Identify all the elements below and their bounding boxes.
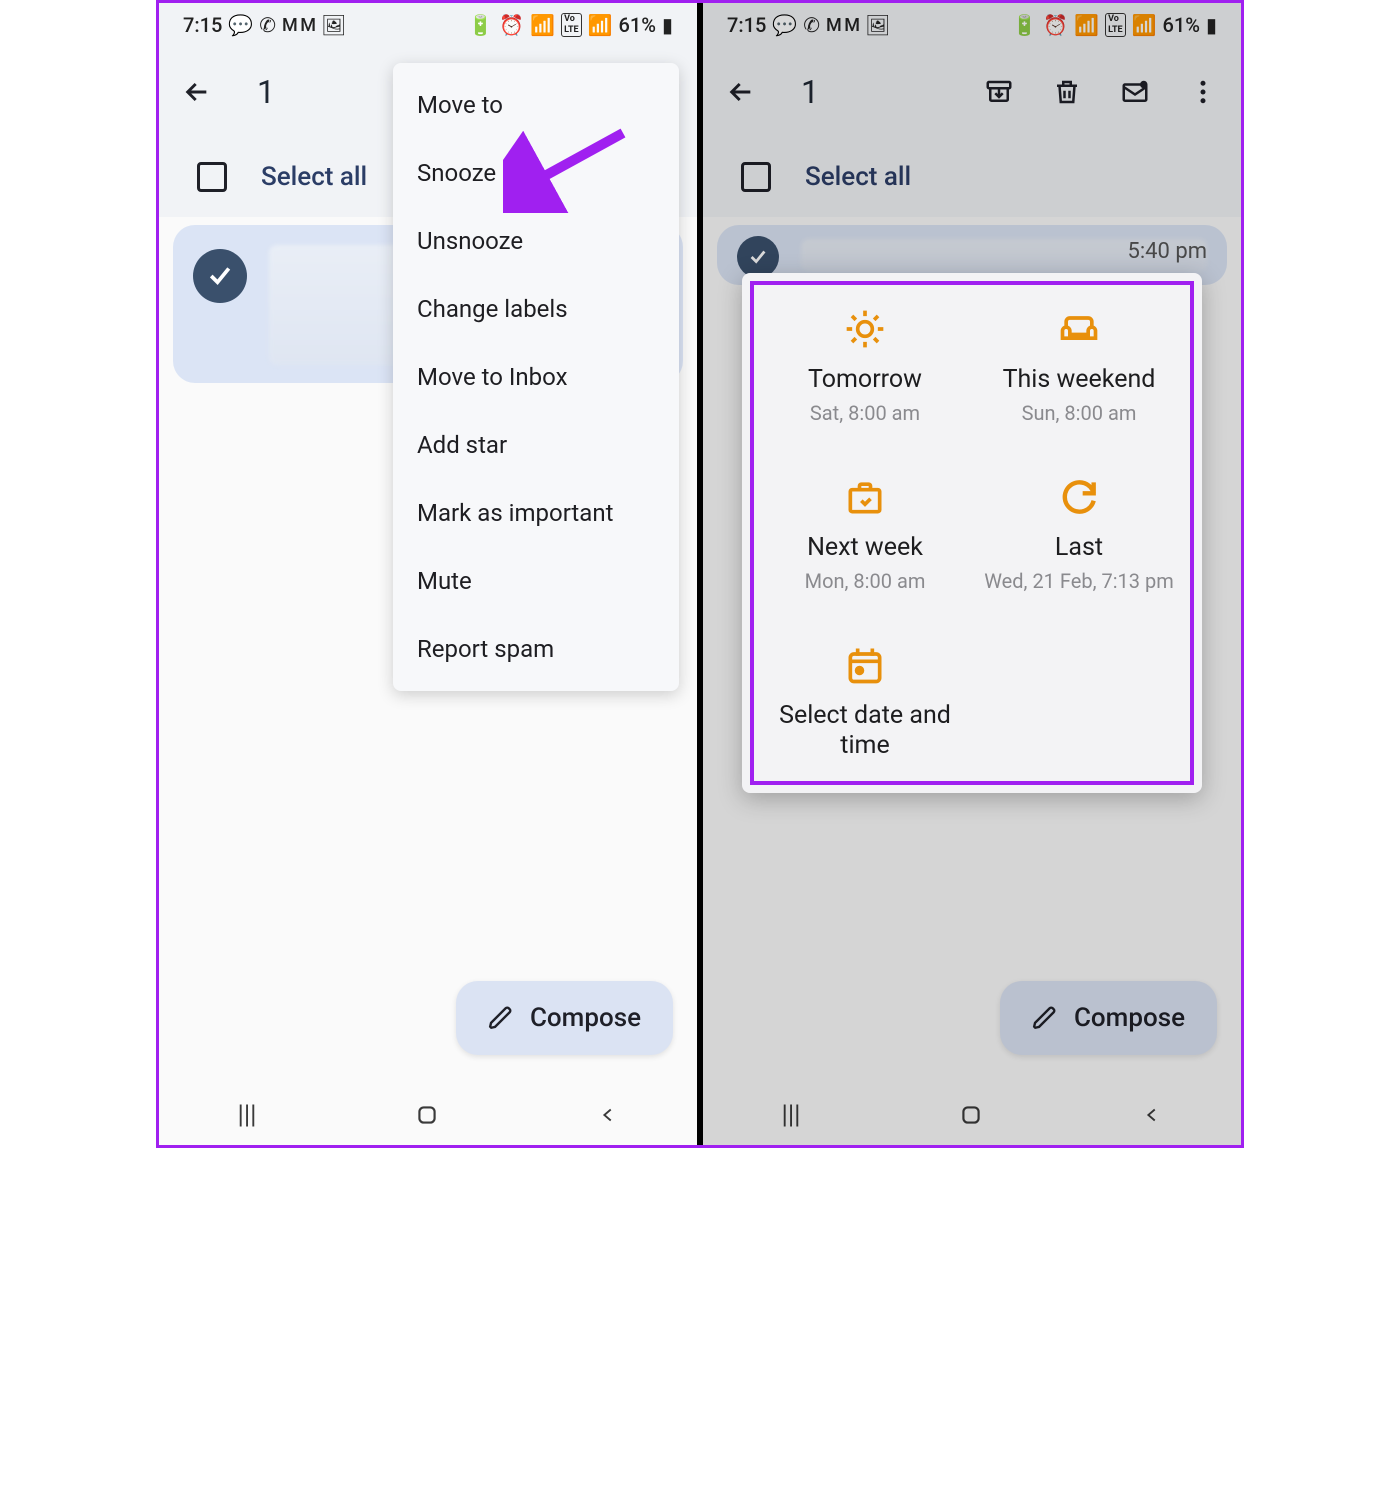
menu-move-to-inbox[interactable]: Move to Inbox [393, 343, 679, 411]
pencil-icon [1032, 1005, 1058, 1031]
menu-mute[interactable]: Mute [393, 547, 679, 615]
phone-right: 7:15 💬 ✆ M M 🖼 🔋 ⏰ 📶 VoLTE 📶 61% ▮ [703, 3, 1241, 1145]
snooze-custom[interactable]: Select date and time [758, 639, 972, 771]
snooze-custom-title: Select date and time [766, 701, 964, 761]
chat-icon: 💬 [772, 13, 797, 37]
mark-unread-button[interactable] [1115, 72, 1155, 112]
compose-button[interactable]: Compose [1000, 981, 1217, 1055]
snooze-weekend[interactable]: This weekend Sun, 8:00 am [972, 303, 1186, 429]
select-all-label: Select all [805, 162, 911, 192]
back-button[interactable] [721, 72, 761, 112]
wifi-icon: 📶 [530, 13, 555, 37]
overflow-button[interactable] [1183, 72, 1223, 112]
system-nav-bar: ||| [703, 1085, 1241, 1145]
snooze-nextweek-title: Next week [807, 533, 923, 563]
select-all-row[interactable]: Select all [703, 137, 1241, 217]
email-time: 5:40 pm [1127, 239, 1207, 264]
battery-saver-icon: 🔋 [468, 13, 493, 37]
selection-count: 1 [801, 73, 819, 111]
menu-add-star[interactable]: Add star [393, 411, 679, 479]
status-bar: 7:15 💬 ✆ M M 🖼 🔋 ⏰ 📶 VoLTE 📶 61% ▮ [159, 3, 697, 47]
phone-left: 7:15 💬 ✆ M M 🖼 🔋 ⏰ 📶 VoLTE 📶 61% ▮ [159, 3, 697, 1145]
signal-icon: 📶 [588, 13, 613, 37]
app-bar: 1 [703, 47, 1241, 137]
menu-snooze[interactable]: Snooze [393, 139, 679, 207]
select-all-checkbox[interactable] [197, 162, 227, 192]
overflow-menu: Move to Snooze Unsnooze Change labels Mo… [393, 63, 679, 691]
snooze-dialog: Tomorrow Sat, 8:00 am This weekend Sun, … [742, 273, 1202, 793]
chat-icon: 💬 [228, 13, 253, 37]
selected-check-icon[interactable] [193, 249, 247, 303]
calendar-icon [843, 643, 887, 687]
status-time: 7:15 [183, 13, 222, 37]
whatsapp-icon: ✆ [259, 13, 276, 37]
battery-icon: ▮ [662, 13, 673, 37]
status-time: 7:15 [727, 13, 766, 37]
compose-label: Compose [530, 1003, 641, 1033]
recents-button[interactable]: ||| [781, 1100, 800, 1130]
menu-unsnooze[interactable]: Unsnooze [393, 207, 679, 275]
gallery-icon: 🖼 [321, 13, 346, 37]
alarm-icon: ⏰ [499, 13, 524, 37]
menu-report-spam[interactable]: Report spam [393, 615, 679, 683]
battery-saver-icon: 🔋 [1012, 13, 1037, 37]
selected-check-icon[interactable] [737, 236, 779, 278]
snooze-last[interactable]: Last Wed, 21 Feb, 7:13 pm [972, 471, 1186, 597]
snooze-next-week[interactable]: Next week Mon, 8:00 am [758, 471, 972, 597]
briefcase-icon [843, 475, 887, 519]
snooze-last-title: Last [1055, 533, 1103, 563]
status-bar: 7:15 💬 ✆ M M 🖼 🔋 ⏰ 📶 VoLTE 📶 61% ▮ [703, 3, 1241, 47]
snooze-weekend-title: This weekend [1003, 365, 1156, 395]
recents-button[interactable]: ||| [237, 1100, 256, 1130]
back-nav-button[interactable] [597, 1104, 619, 1126]
wifi-icon: 📶 [1074, 13, 1099, 37]
volte-badge: VoLTE [561, 13, 582, 37]
volte-badge: VoLTE [1105, 13, 1126, 37]
menu-change-labels[interactable]: Change labels [393, 275, 679, 343]
delete-button[interactable] [1047, 72, 1087, 112]
gallery-icon: 🖼 [865, 13, 890, 37]
battery-percent: 61% [1163, 13, 1200, 37]
compose-label: Compose [1074, 1003, 1185, 1033]
snooze-tomorrow[interactable]: Tomorrow Sat, 8:00 am [758, 303, 972, 429]
select-all-checkbox[interactable] [741, 162, 771, 192]
redo-icon [1057, 475, 1101, 519]
alarm-icon: ⏰ [1043, 13, 1068, 37]
menu-mark-important[interactable]: Mark as important [393, 479, 679, 547]
whatsapp-icon: ✆ [803, 13, 820, 37]
back-nav-button[interactable] [1141, 1104, 1163, 1126]
select-all-label: Select all [261, 162, 367, 192]
compose-button[interactable]: Compose [456, 981, 673, 1055]
menu-move-to[interactable]: Move to [393, 71, 679, 139]
home-button[interactable] [414, 1102, 440, 1128]
pencil-icon [488, 1005, 514, 1031]
home-button[interactable] [958, 1102, 984, 1128]
signal-icon: 📶 [1132, 13, 1157, 37]
archive-button[interactable] [979, 72, 1019, 112]
snooze-weekend-sub: Sun, 8:00 am [1022, 401, 1137, 425]
snooze-last-sub: Wed, 21 Feb, 7:13 pm [984, 569, 1174, 593]
sun-icon [843, 307, 887, 351]
battery-icon: ▮ [1206, 13, 1217, 37]
snooze-nextweek-sub: Mon, 8:00 am [805, 569, 926, 593]
battery-percent: 61% [619, 13, 656, 37]
system-nav-bar: ||| [159, 1085, 697, 1145]
snooze-tomorrow-sub: Sat, 8:00 am [810, 401, 920, 425]
couch-icon [1057, 307, 1101, 351]
snooze-tomorrow-title: Tomorrow [808, 365, 922, 395]
selection-count: 1 [257, 73, 275, 111]
back-button[interactable] [177, 72, 217, 112]
gmail-icon: M M [282, 15, 315, 36]
gmail-icon: M M [826, 15, 859, 36]
